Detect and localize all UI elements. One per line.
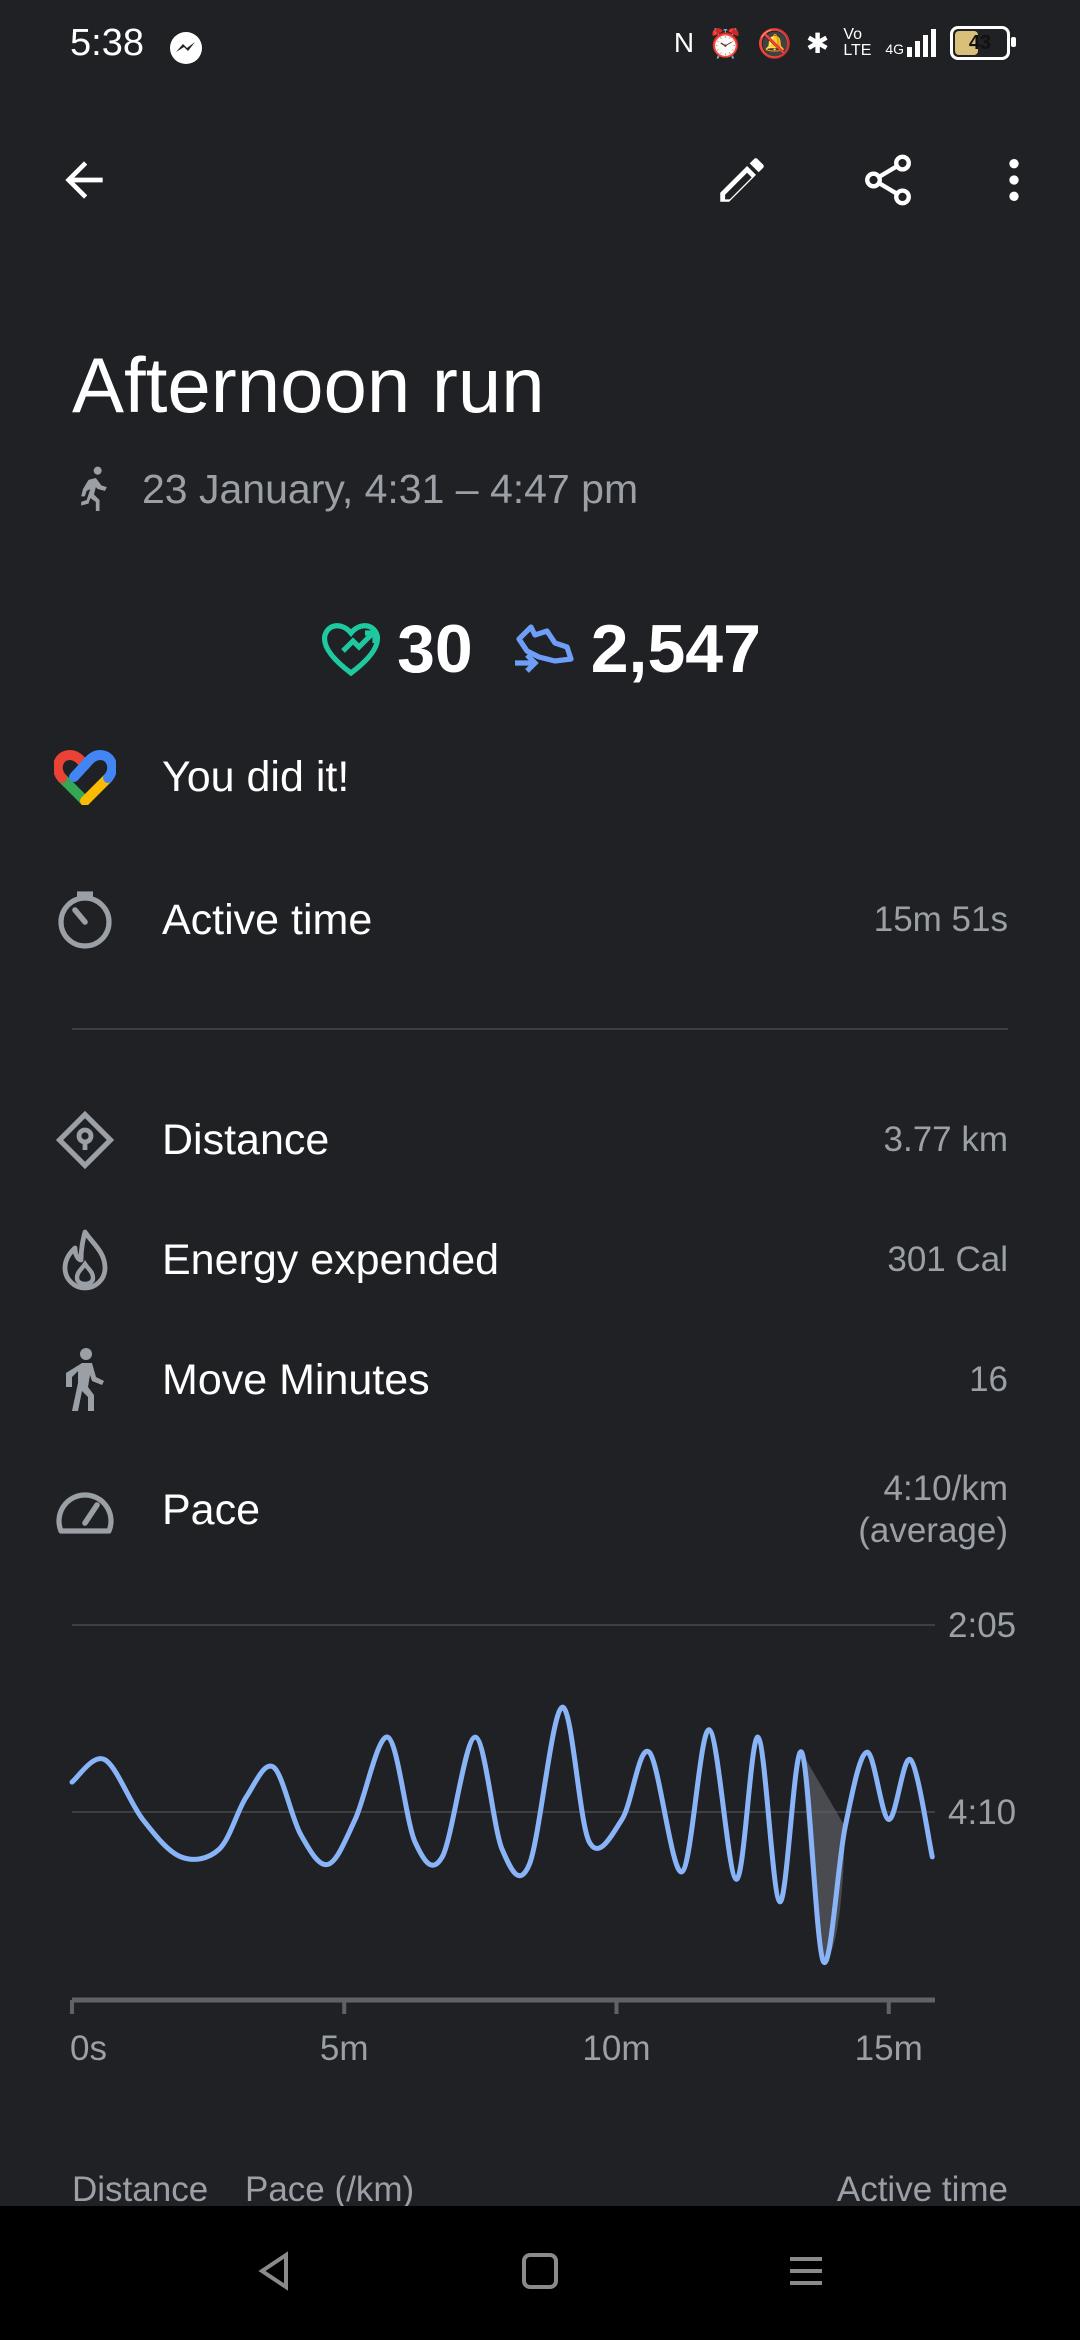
nav-recents-button[interactable] [784,2249,828,2298]
active-time-label: Active time [162,895,373,944]
square-home-icon [522,2252,558,2289]
x-tick-label: 10m [582,2029,650,2068]
x-tick-label: 15m [855,2029,923,2068]
active-time-value: 15m 51s [873,900,1008,939]
pace-average-value: 4:10/km [883,1469,1009,1508]
flame-icon [50,1225,120,1295]
metric-row-pace: Pace 4:10/km (average) [0,1460,1080,1560]
pace-average-note: (average) [858,1511,1008,1550]
location-icon [50,1105,120,1175]
alarm-icon: ⏰ [708,27,743,59]
y-tick-label: 2:05 [948,1606,1016,1645]
pace-label: Pace [162,1485,261,1534]
volte-icon: Vo LTE [843,26,872,59]
menu-recents-icon [790,2256,822,2285]
more-options-button[interactable] [974,140,1054,220]
status-icons: N ⏰ 🔕 ✱ Vo LTE 4G 43 [673,26,1016,60]
distance-value: 3.77 km [883,1120,1009,1159]
status-time: 5:38 [70,22,144,64]
move-minutes-value: 16 [969,1360,1008,1399]
y-tick-label: 4:10 [948,1793,1016,1832]
share-icon [865,154,911,206]
steps-icon [514,624,574,673]
metric-row-active-time: Active time 15m 51s [0,870,1080,970]
messenger-icon [168,30,204,71]
triangle-back-icon [258,2250,288,2291]
signal-icon: 4G [885,29,936,57]
pace-chart-svg: 2:05 4:10 0s 5m 10m 15m [69,1606,1016,2068]
move-minutes-label: Move Minutes [162,1355,430,1404]
col-active-time-header: Active time [836,2170,1008,2209]
x-tick-label: 0s [70,2029,107,2068]
col-pace-header: Pace (/km) [245,2170,415,2209]
battery-icon: 43 [950,26,1016,60]
mute-icon: 🔕 [756,27,792,59]
pace-chart: 2:05 4:10 0s 5m 10m 15m [0,1600,1080,2080]
system-nav-bar [0,2206,1080,2340]
metric-row-move-minutes: Move Minutes 16 [0,1330,1080,1430]
nav-back-button[interactable] [252,2249,296,2298]
heart-points-stat: 30 [319,610,473,688]
nav-home-button[interactable] [520,2251,560,2296]
summary-stats: 30 2,547 [0,610,1080,688]
activity-datetime-row: 23 January, 4:31 – 4:47 pm [72,465,638,513]
goal-row: You did it! [0,727,1080,827]
more-vert-icon [1009,159,1019,201]
pace-value: 4:10/km (average) [858,1468,1008,1552]
pencil-icon [720,158,764,202]
activity-datetime: 23 January, 4:31 – 4:47 pm [142,465,639,512]
nfc-icon: N [673,27,695,58]
col-distance-header: Distance [72,2170,209,2209]
activity-title: Afternoon run [72,341,545,429]
goal-label: You did it! [162,752,350,801]
walker-icon [50,1345,120,1415]
energy-value: 301 Cal [887,1240,1008,1279]
heart-points-value: 30 [397,611,473,687]
metric-row-energy: Energy expended 301 Cal [0,1210,1080,1310]
share-button[interactable] [848,140,928,220]
steps-stat: 2,547 [511,610,761,688]
google-fit-icon [50,742,120,812]
heart-points-icon [322,623,381,677]
metric-row-distance: Distance 3.77 km [0,1090,1080,1190]
pace-series-line [69,1704,935,1965]
edit-button[interactable] [702,140,782,220]
speedometer-icon [50,1475,120,1545]
steps-value: 2,547 [590,611,761,687]
back-button[interactable] [44,140,124,220]
arrow-back-icon [65,161,103,199]
distance-label: Distance [162,1115,330,1164]
x-tick-label: 5m [320,2029,369,2068]
bluetooth-icon: ✱ [805,27,830,59]
divider [72,1028,1008,1030]
energy-label: Energy expended [162,1235,500,1284]
timer-icon [50,885,120,955]
running-icon [81,466,107,511]
